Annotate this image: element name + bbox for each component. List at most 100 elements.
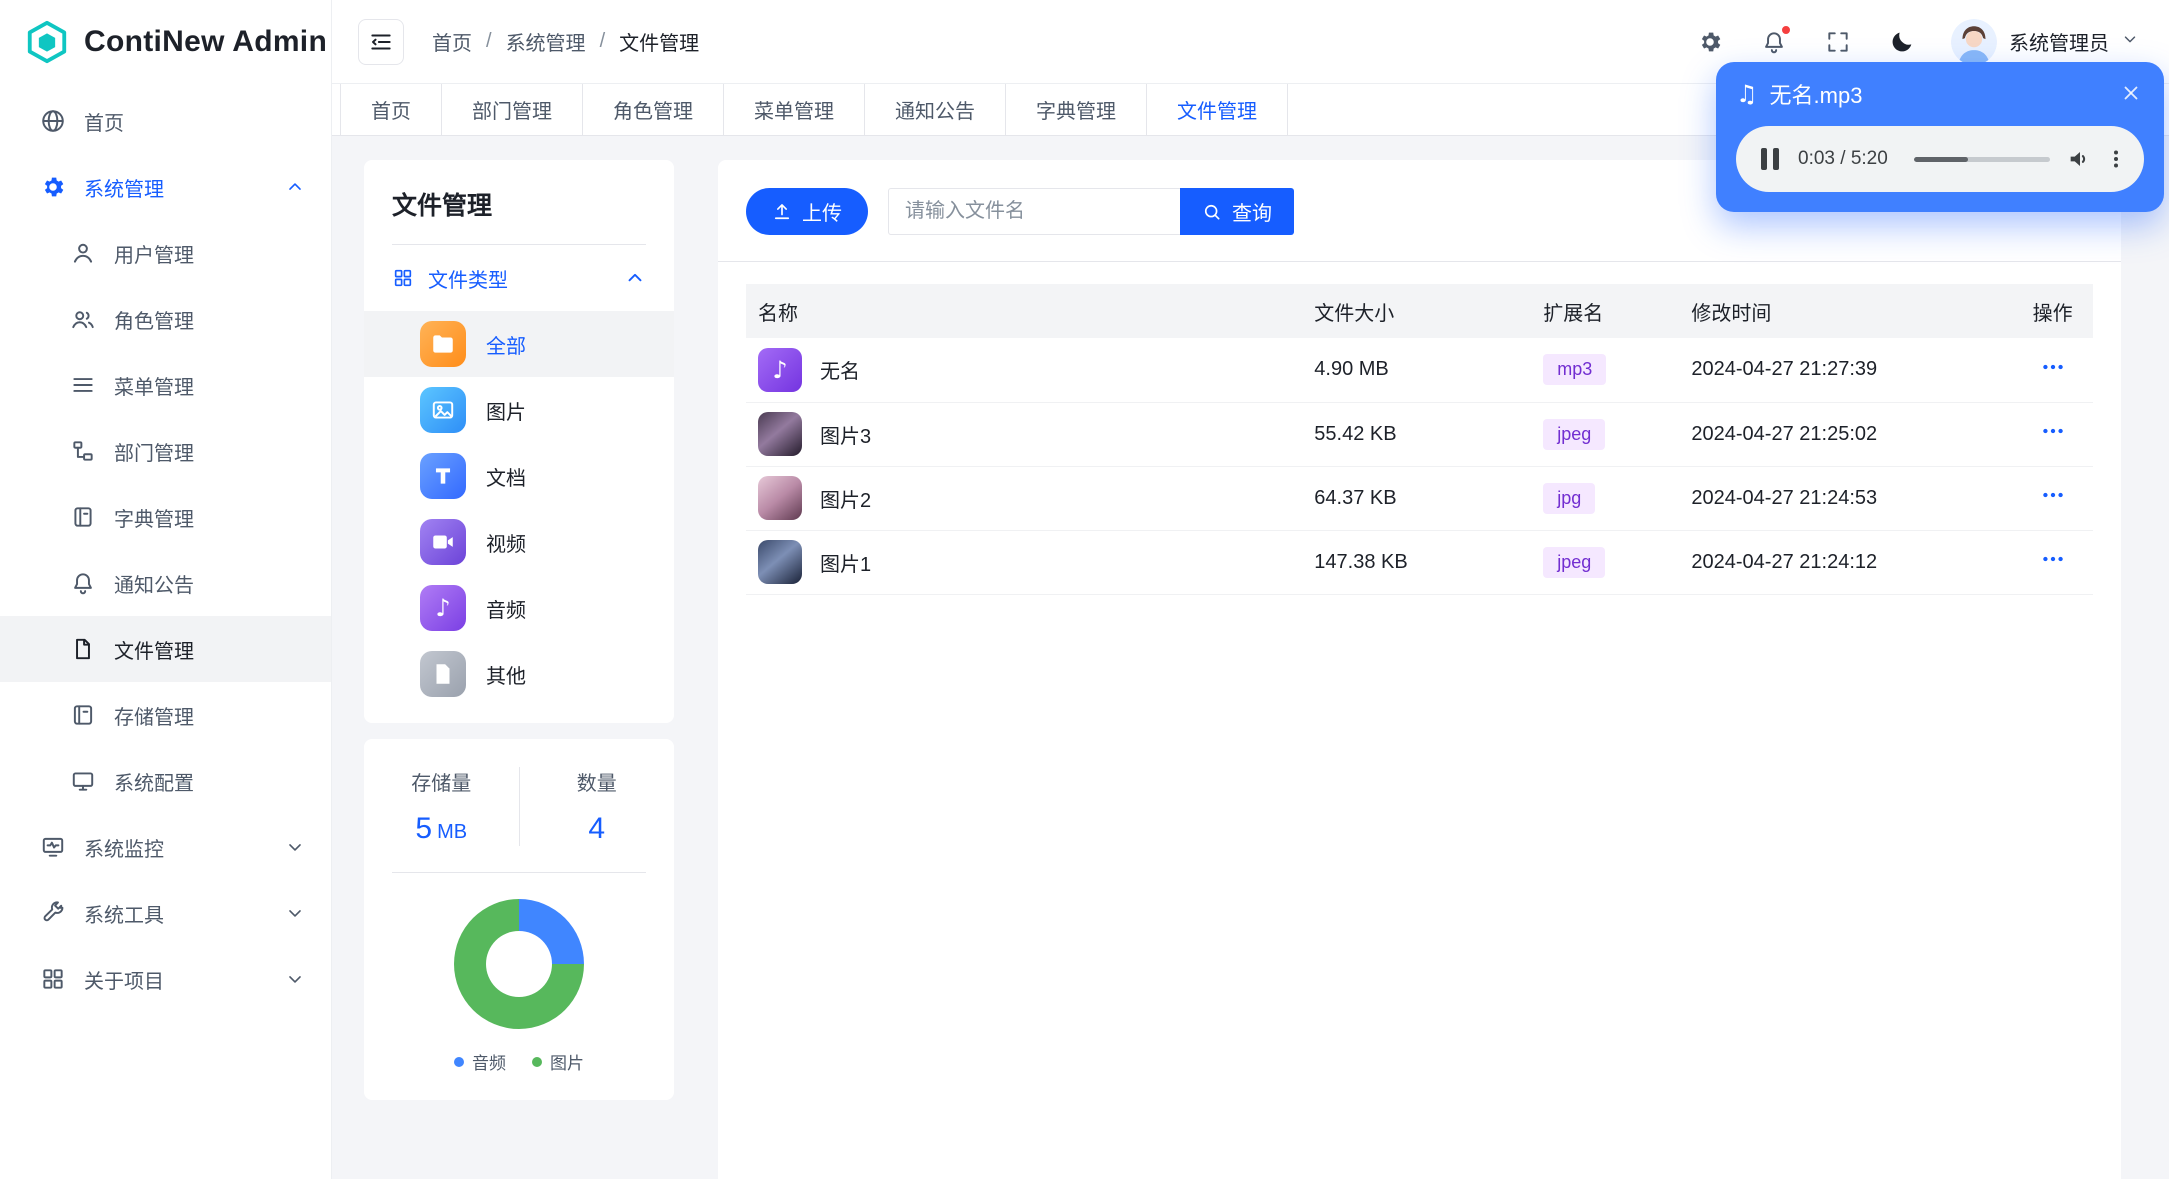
file-type-other[interactable]: 其他 [364, 641, 674, 707]
sidebar-item-menu-management[interactable]: 菜单管理 [0, 352, 331, 418]
col-header-time: 修改时间 [1675, 284, 2013, 338]
grid-icon [40, 966, 66, 992]
sidebar-item-dict-management[interactable]: 字典管理 [0, 484, 331, 550]
tab-file-management[interactable]: 文件管理 [1147, 84, 1288, 135]
kebab-menu-icon [2114, 150, 2118, 168]
seek-progress [1913, 156, 1969, 162]
col-header-ext: 扩展名 [1527, 284, 1676, 338]
tab-dict[interactable]: 字典管理 [1006, 84, 1147, 135]
sidebar-item-user-management[interactable]: 用户管理 [0, 220, 331, 286]
tab-department[interactable]: 部门管理 [442, 84, 583, 135]
donut-legend-item[interactable]: 音频 [454, 1049, 506, 1074]
text-doc-icon [420, 453, 466, 499]
sidebar-item-label: 关于项目 [84, 970, 164, 993]
more-actions-button[interactable] [2040, 482, 2066, 508]
donut-legend-item[interactable]: 图片 [532, 1049, 584, 1074]
topbar-actions: 系统管理员 [1695, 18, 2139, 65]
file-size: 64.37 KB [1298, 466, 1528, 531]
table-row[interactable]: 图片3 55.42 KB jpeg 2024-04-27 21:25:02 [746, 402, 2093, 467]
breadcrumb-separator: / [599, 30, 606, 52]
query-button[interactable]: 查询 [1180, 188, 1294, 235]
breadcrumb-separator: / [486, 30, 492, 52]
file-type-image[interactable]: 图片 [364, 377, 674, 443]
sidebar-collapse-button[interactable] [358, 18, 404, 65]
table-row[interactable]: 图片1 147.38 KB jpeg 2024-04-27 21:24:12 [746, 530, 2093, 595]
settings-button[interactable] [1695, 27, 1725, 57]
sidebar-item-home[interactable]: 首页 [0, 88, 331, 154]
sidebar-item-system-management[interactable]: 系统管理 [0, 154, 331, 220]
breadcrumb-item-home[interactable]: 首页 [432, 27, 472, 56]
chevron-down-icon [2121, 30, 2139, 53]
grid-small-icon [394, 269, 412, 287]
storage-icon [70, 702, 96, 728]
wrench-icon [40, 900, 66, 926]
table-row[interactable]: ♪ 无名 4.90 MB mp3 2024-04-27 21:27:39 [746, 338, 2093, 403]
tab-home[interactable]: 首页 [340, 84, 442, 135]
chevron-down-icon [285, 837, 305, 857]
more-horizontal-icon [2042, 364, 2063, 369]
file-type-card: 文件管理 文件类型 全部 图片 文档 视频 ♪ 音频 其他 [364, 160, 674, 723]
more-actions-button[interactable] [2040, 418, 2066, 444]
player-menu-button[interactable] [2104, 147, 2128, 171]
file-type-document[interactable]: 文档 [364, 443, 674, 509]
col-header-size: 文件大小 [1298, 284, 1528, 338]
tab-menu[interactable]: 菜单管理 [724, 84, 865, 135]
file-type-audio[interactable]: ♪ 音频 [364, 575, 674, 641]
file-type-group-label: 文件类型 [428, 269, 508, 292]
upload-icon [774, 203, 790, 219]
player-close-button[interactable] [2120, 82, 2144, 106]
dark-mode-toggle[interactable] [1887, 27, 1917, 57]
user-menu[interactable]: 系统管理员 [1951, 18, 2139, 65]
donut-legend-dot [454, 1056, 464, 1067]
sidebar-item-label: 首页 [84, 112, 124, 135]
upload-button[interactable]: 上传 [746, 188, 868, 235]
sidebar-item-notice[interactable]: 通知公告 [0, 550, 331, 616]
file-type-label: 全部 [486, 335, 526, 358]
folder-icon [420, 321, 466, 367]
audio-player-popup: ♫ 无名.mp3 0:03 / 5:20 [1716, 62, 2164, 212]
breadcrumb: 首页 / 系统管理 / 文件管理 [432, 27, 699, 56]
more-actions-button[interactable] [2040, 354, 2066, 380]
pause-button[interactable] [1746, 135, 1794, 183]
sidebar-item-role-management[interactable]: 角色管理 [0, 286, 331, 352]
more-actions-button[interactable] [2040, 546, 2066, 572]
donut-legend: 音频 图片 [454, 1049, 584, 1074]
volume-button[interactable] [2066, 145, 2094, 173]
file-type-video[interactable]: 视频 [364, 509, 674, 575]
file-type-group-header[interactable]: 文件类型 [364, 245, 674, 311]
image-thumbnail [758, 476, 802, 520]
filename-search-input[interactable] [888, 188, 1180, 235]
notification-dot [1780, 23, 1792, 36]
tab-notice[interactable]: 通知公告 [865, 84, 1006, 135]
sidebar-item-label: 文件管理 [114, 640, 194, 663]
monitor-pulse-icon [40, 834, 66, 860]
stats-row: 存储量 5 MB 数量 4 [364, 767, 674, 846]
sidebar-item-department-management[interactable]: 部门管理 [0, 418, 331, 484]
tab-role[interactable]: 角色管理 [583, 84, 724, 135]
file-type-donut [454, 899, 584, 1029]
breadcrumb-item-system[interactable]: 系统管理 [506, 27, 586, 56]
sidebar-item-system-config[interactable]: 系统配置 [0, 748, 331, 814]
sidebar-item-label: 字典管理 [114, 508, 194, 531]
file-name: 图片3 [820, 425, 872, 448]
speaker-icon [2070, 152, 2086, 166]
tab-label: 菜单管理 [754, 101, 834, 123]
file-name: 图片2 [820, 489, 872, 512]
fullscreen-button[interactable] [1823, 27, 1853, 57]
video-icon [420, 519, 466, 565]
sidebar-item-storage-management[interactable]: 存储管理 [0, 682, 331, 748]
file-size: 147.38 KB [1298, 530, 1528, 595]
seek-slider[interactable] [1913, 156, 2050, 162]
notifications-button[interactable] [1759, 23, 1792, 57]
sidebar-item-file-management[interactable]: 文件管理 [0, 616, 331, 682]
file-type-all[interactable]: 全部 [364, 311, 674, 377]
table-row[interactable]: 图片2 64.37 KB jpg 2024-04-27 21:24:53 [746, 466, 2093, 531]
tab-label: 通知公告 [895, 101, 975, 123]
sidebar-item-system-tools[interactable]: 系统工具 [0, 880, 331, 946]
file-type-label: 视频 [486, 533, 526, 556]
menu-fold-icon [371, 34, 391, 49]
count-stat: 数量 4 [520, 767, 675, 846]
sidebar-item-about-project[interactable]: 关于项目 [0, 946, 331, 1012]
users-icon [70, 306, 96, 332]
sidebar-item-system-monitor[interactable]: 系统监控 [0, 814, 331, 880]
